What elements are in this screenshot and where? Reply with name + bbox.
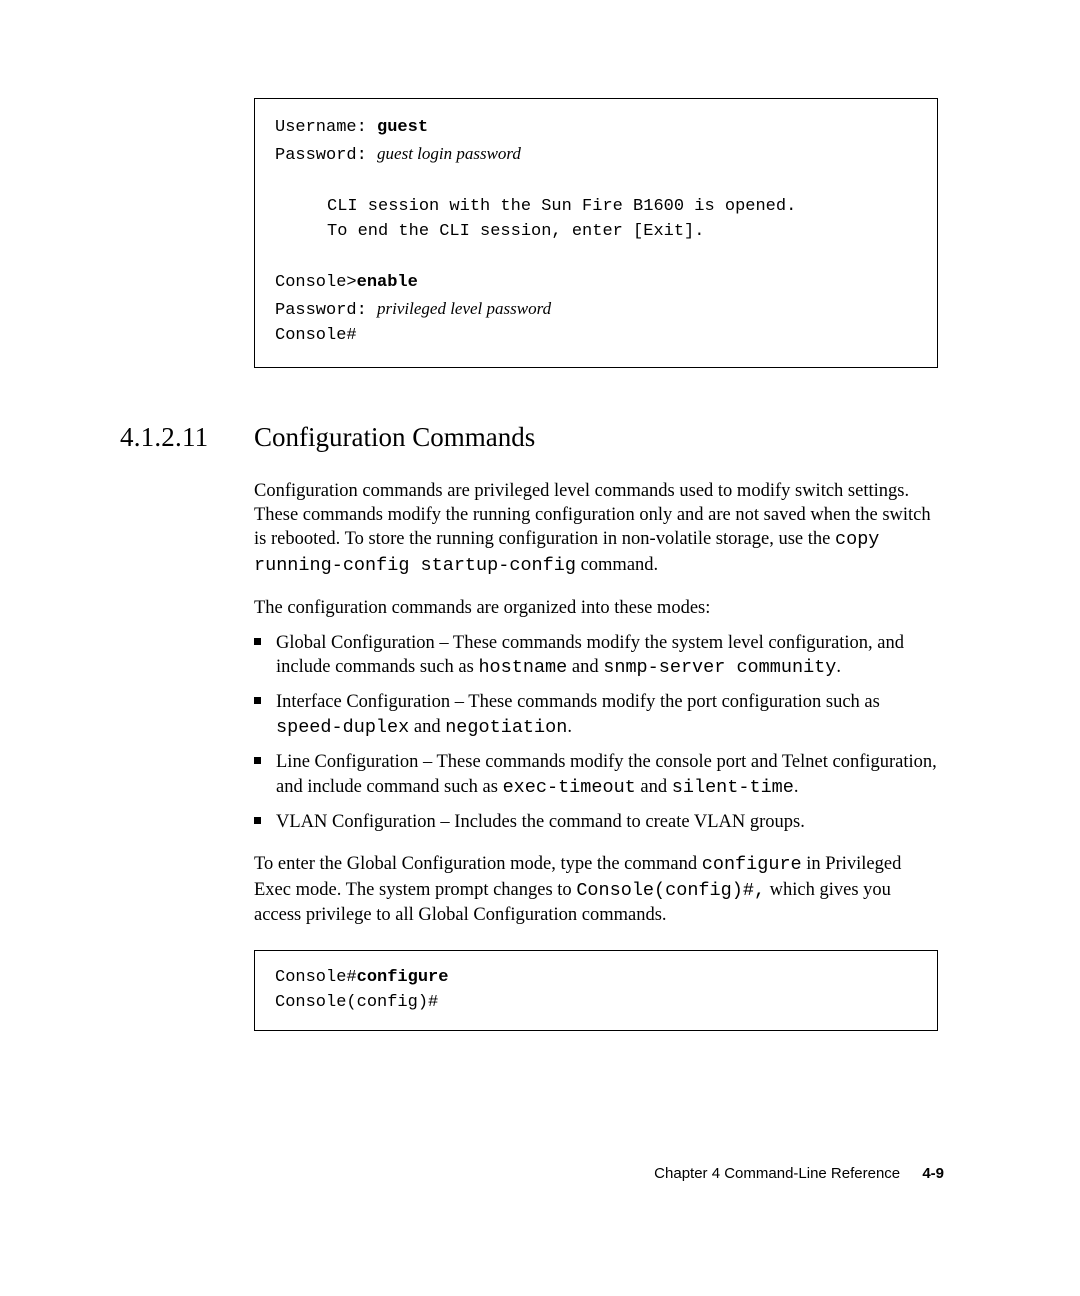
code-italic: privileged level password [377,299,551,318]
code-example-configure: Console#configure Console(config)# [254,950,938,1031]
code-text: Password: [275,301,377,320]
text: . [567,717,572,737]
footer-chapter: Chapter 4 Command-Line Reference [654,1165,900,1182]
code-bold: configure [357,968,449,987]
code-text: Console(config)# [275,990,917,1016]
text: and [636,777,672,797]
paragraph: Configuration commands are privileged le… [254,479,938,579]
body-content: Configuration commands are privileged le… [254,479,938,928]
section-heading: 4.1.2.11 Configuration Commands [120,422,944,453]
inline-code: hostname [478,657,567,678]
section-number: 4.1.2.11 [120,422,254,453]
inline-code: negotiation [445,717,567,738]
inline-code: speed-duplex [276,717,409,738]
bullet-list: Global Configuration – These commands mo… [254,631,938,835]
inline-code: Console(config)#, [576,880,765,901]
text: and [567,657,603,677]
text: Configuration commands are privileged le… [254,481,931,550]
inline-code: snmp-server community [603,657,836,678]
code-text: CLI session with the Sun Fire B1600 is o… [327,194,796,220]
inline-code: configure [702,854,802,875]
code-text: Password: [275,146,377,165]
text: . [836,657,841,677]
code-text: To end the CLI session, enter [Exit]. [327,219,704,245]
code-bold: enable [357,273,418,292]
bullet-icon [254,697,261,704]
list-item: Interface Configuration – These commands… [254,690,938,740]
text: . [794,777,799,797]
text: To enter the Global Configuration mode, … [254,854,702,874]
code-text: Console# [275,323,917,349]
section-title: Configuration Commands [254,422,535,453]
page: Username: guest Password: guest login pa… [0,0,1080,1031]
inline-code: exec-timeout [503,777,636,798]
page-footer: Chapter 4 Command-Line Reference 4-9 [654,1165,944,1182]
inline-code: silent-time [672,777,794,798]
list-item: VLAN Configuration – Includes the comman… [254,810,938,834]
code-text: Console> [275,273,357,292]
code-text: Username: [275,118,377,137]
bullet-icon [254,817,261,824]
list-item: Line Configuration – These commands modi… [254,750,938,800]
paragraph: The configuration commands are organized… [254,596,938,620]
bullet-icon [254,638,261,645]
code-example-login: Username: guest Password: guest login pa… [254,98,938,368]
text: Interface Configuration – These commands… [276,692,880,712]
code-italic: guest login password [377,144,521,163]
footer-page-number: 4-9 [922,1165,944,1182]
paragraph: To enter the Global Configuration mode, … [254,852,938,927]
code-text: Console# [275,968,357,987]
text: VLAN Configuration – Includes the comman… [276,812,805,832]
text: command. [576,555,658,575]
code-bold: guest [377,118,428,137]
bullet-icon [254,757,261,764]
list-item: Global Configuration – These commands mo… [254,631,938,681]
text: and [409,717,445,737]
